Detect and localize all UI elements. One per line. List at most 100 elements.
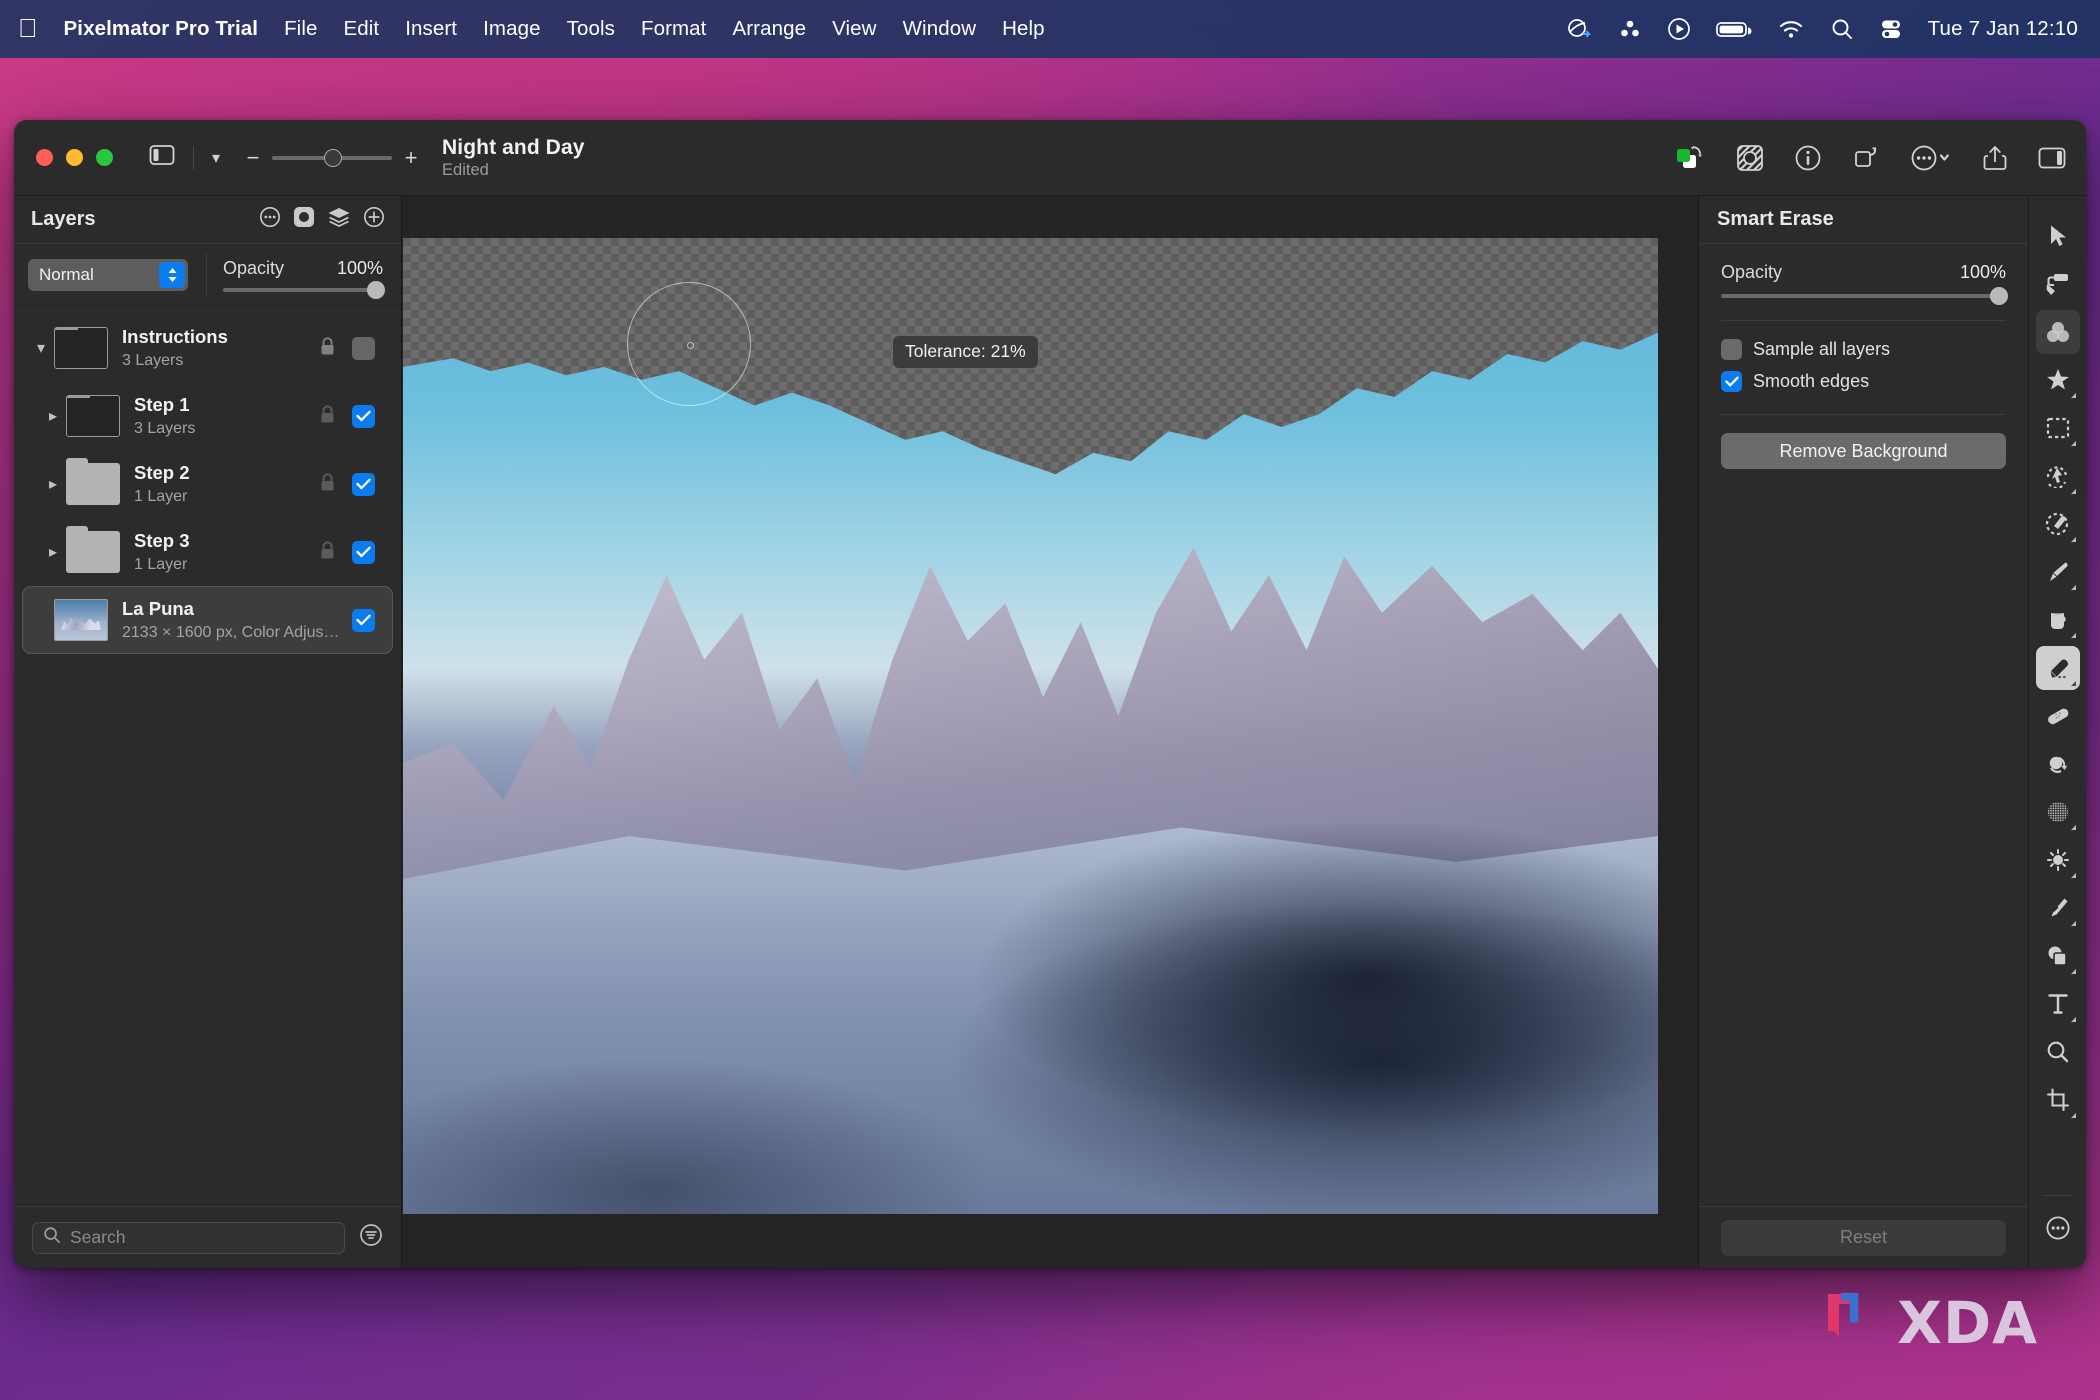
- text-tool-icon[interactable]: [2036, 982, 2080, 1026]
- lock-icon[interactable]: [319, 404, 336, 429]
- paint-roller-icon[interactable]: [2036, 262, 2080, 306]
- canvas-area[interactable]: Tolerance: 21%: [402, 196, 1698, 1268]
- quick-selection-icon[interactable]: [2036, 454, 2080, 498]
- disclosure-triangle-down-icon[interactable]: ▾: [28, 338, 54, 358]
- rotate-icon[interactable]: [1852, 144, 1880, 172]
- menu-item-arrange[interactable]: Arrange: [719, 15, 819, 43]
- layer-visibility-checkbox[interactable]: [352, 405, 375, 428]
- shapes-icon[interactable]: [2036, 934, 2080, 978]
- menu-item-insert[interactable]: Insert: [392, 15, 470, 43]
- smart-erase-opacity-control[interactable]: Opacity 100%: [1721, 262, 2006, 298]
- dodge-burn-icon[interactable]: [2036, 838, 2080, 882]
- more-tools-icon[interactable]: [2036, 1206, 2080, 1250]
- zoom-out-button[interactable]: −: [246, 147, 260, 169]
- menu-item-help[interactable]: Help: [989, 15, 1058, 43]
- document-canvas[interactable]: Tolerance: 21%: [403, 196, 1658, 1214]
- stepper-arrows-icon[interactable]: [159, 262, 185, 288]
- wifi-icon[interactable]: [1777, 18, 1805, 40]
- effects-sparkle-icon[interactable]: [2036, 358, 2080, 402]
- menu-item-edit[interactable]: Edit: [331, 15, 393, 43]
- lock-icon[interactable]: [319, 472, 336, 497]
- menu-item-app[interactable]: Pixelmator Pro Trial: [60, 15, 272, 43]
- arrow-select-icon[interactable]: [2036, 214, 2080, 258]
- layer-row-step-2[interactable]: ▸ Step 2 1 Layer: [22, 450, 393, 518]
- sidebar-toggle-group: ▾: [149, 144, 220, 171]
- info-icon[interactable]: [1794, 144, 1822, 172]
- right-sidebar-icon[interactable]: [2038, 146, 2066, 170]
- lock-icon[interactable]: [319, 336, 336, 361]
- effects-icon[interactable]: [1736, 144, 1764, 172]
- layer-name: Step 2: [134, 462, 309, 484]
- pen-tool-icon[interactable]: [2036, 886, 2080, 930]
- sidebar-toggle-icon[interactable]: [149, 144, 175, 171]
- layer-row-step-1[interactable]: ▸ Step 1 3 Layers: [22, 382, 393, 450]
- checkbox-row-smooth-edges[interactable]: Smooth edges: [1721, 371, 2006, 392]
- layer-opacity-control[interactable]: Opacity 100%: [223, 258, 383, 292]
- canvas-checkerboard: Tolerance: 21%: [403, 238, 1658, 1214]
- add-layer-icon[interactable]: [363, 206, 385, 233]
- layer-row-step-3[interactable]: ▸ Step 3 1 Layer: [22, 518, 393, 586]
- mask-icon[interactable]: [293, 206, 315, 233]
- dots-cluster-icon[interactable]: [1618, 18, 1642, 40]
- more-options-icon[interactable]: [1910, 144, 1952, 172]
- remove-background-button[interactable]: Remove Background: [1721, 433, 2006, 469]
- menu-bar-clock[interactable]: Tue 7 Jan 12:10: [1928, 17, 2078, 41]
- color-adjustments-icon[interactable]: [2036, 310, 2080, 354]
- play-circle-icon[interactable]: [1667, 17, 1691, 41]
- search-icon[interactable]: [1830, 17, 1854, 41]
- zoom-slider-knob[interactable]: [324, 149, 342, 167]
- close-button[interactable]: [36, 149, 53, 166]
- more-icon[interactable]: [259, 206, 281, 233]
- paintbrush-icon[interactable]: [2036, 550, 2080, 594]
- menu-item-view[interactable]: View: [819, 15, 889, 43]
- menu-item-image[interactable]: Image: [470, 15, 553, 43]
- apple-logo-icon[interactable]: : [18, 15, 38, 41]
- disclosure-triangle-right-icon[interactable]: ▸: [40, 406, 66, 426]
- paint-bucket-icon[interactable]: [2036, 598, 2080, 642]
- clone-stamp-icon[interactable]: [2036, 742, 2080, 786]
- smooth-edges-checkbox[interactable]: [1721, 371, 1742, 392]
- layer-opacity-knob[interactable]: [367, 281, 385, 299]
- zoom-in-button[interactable]: +: [404, 147, 418, 169]
- eraser-icon[interactable]: [2036, 646, 2080, 690]
- checkbox-row-sample-all-layers[interactable]: Sample all layers: [1721, 339, 2006, 360]
- layer-visibility-checkbox[interactable]: [352, 541, 375, 564]
- rectangular-marquee-icon[interactable]: [2036, 406, 2080, 450]
- sample-all-layers-checkbox[interactable]: [1721, 339, 1742, 360]
- reset-button[interactable]: Reset: [1721, 1220, 2006, 1256]
- paint-selection-icon[interactable]: [2036, 502, 2080, 546]
- control-center-icon[interactable]: [1879, 17, 1903, 41]
- menu-item-file[interactable]: File: [271, 15, 330, 43]
- zoom-tool-icon[interactable]: [2036, 1030, 2080, 1074]
- share-icon[interactable]: [1982, 144, 2008, 172]
- menu-item-format[interactable]: Format: [628, 15, 720, 43]
- filter-icon[interactable]: [359, 1223, 383, 1252]
- layer-visibility-checkbox[interactable]: [352, 609, 375, 632]
- menu-item-tools[interactable]: Tools: [554, 15, 628, 43]
- layer-opacity-track[interactable]: [223, 288, 383, 292]
- repair-bandaid-icon[interactable]: [2036, 694, 2080, 738]
- search-input[interactable]: Search: [32, 1222, 345, 1254]
- battery-icon[interactable]: [1716, 19, 1752, 39]
- menu-item-window[interactable]: Window: [890, 15, 990, 43]
- blend-mode-select[interactable]: Normal: [28, 259, 188, 291]
- lock-icon[interactable]: [319, 540, 336, 565]
- smart-erase-opacity-track[interactable]: [1721, 294, 2006, 298]
- zoom-slider-track[interactable]: [272, 156, 392, 160]
- minimize-button[interactable]: [66, 149, 83, 166]
- disclosure-triangle-right-icon[interactable]: ▸: [40, 542, 66, 562]
- chevron-down-icon[interactable]: ▾: [212, 148, 220, 168]
- color-swap-icon[interactable]: [1674, 144, 1706, 172]
- layer-visibility-checkbox[interactable]: [352, 473, 375, 496]
- layers-stack-icon[interactable]: [327, 206, 351, 233]
- blur-grain-icon[interactable]: [2036, 790, 2080, 834]
- layer-visibility-checkbox[interactable]: [352, 337, 375, 360]
- layer-row-la-puna[interactable]: La Puna 2133 × 1600 px, Color Adjustm…: [22, 586, 393, 654]
- disclosure-triangle-right-icon[interactable]: ▸: [40, 474, 66, 494]
- crop-tool-icon[interactable]: [2036, 1078, 2080, 1122]
- cloud-sync-icon[interactable]: [1565, 18, 1593, 40]
- layer-row-instructions[interactable]: ▾ Instructions 3 Layers: [22, 314, 393, 382]
- zoom-button[interactable]: [96, 149, 113, 166]
- smart-erase-opacity-knob[interactable]: [1990, 287, 2008, 305]
- zoom-slider-group[interactable]: − +: [246, 147, 418, 169]
